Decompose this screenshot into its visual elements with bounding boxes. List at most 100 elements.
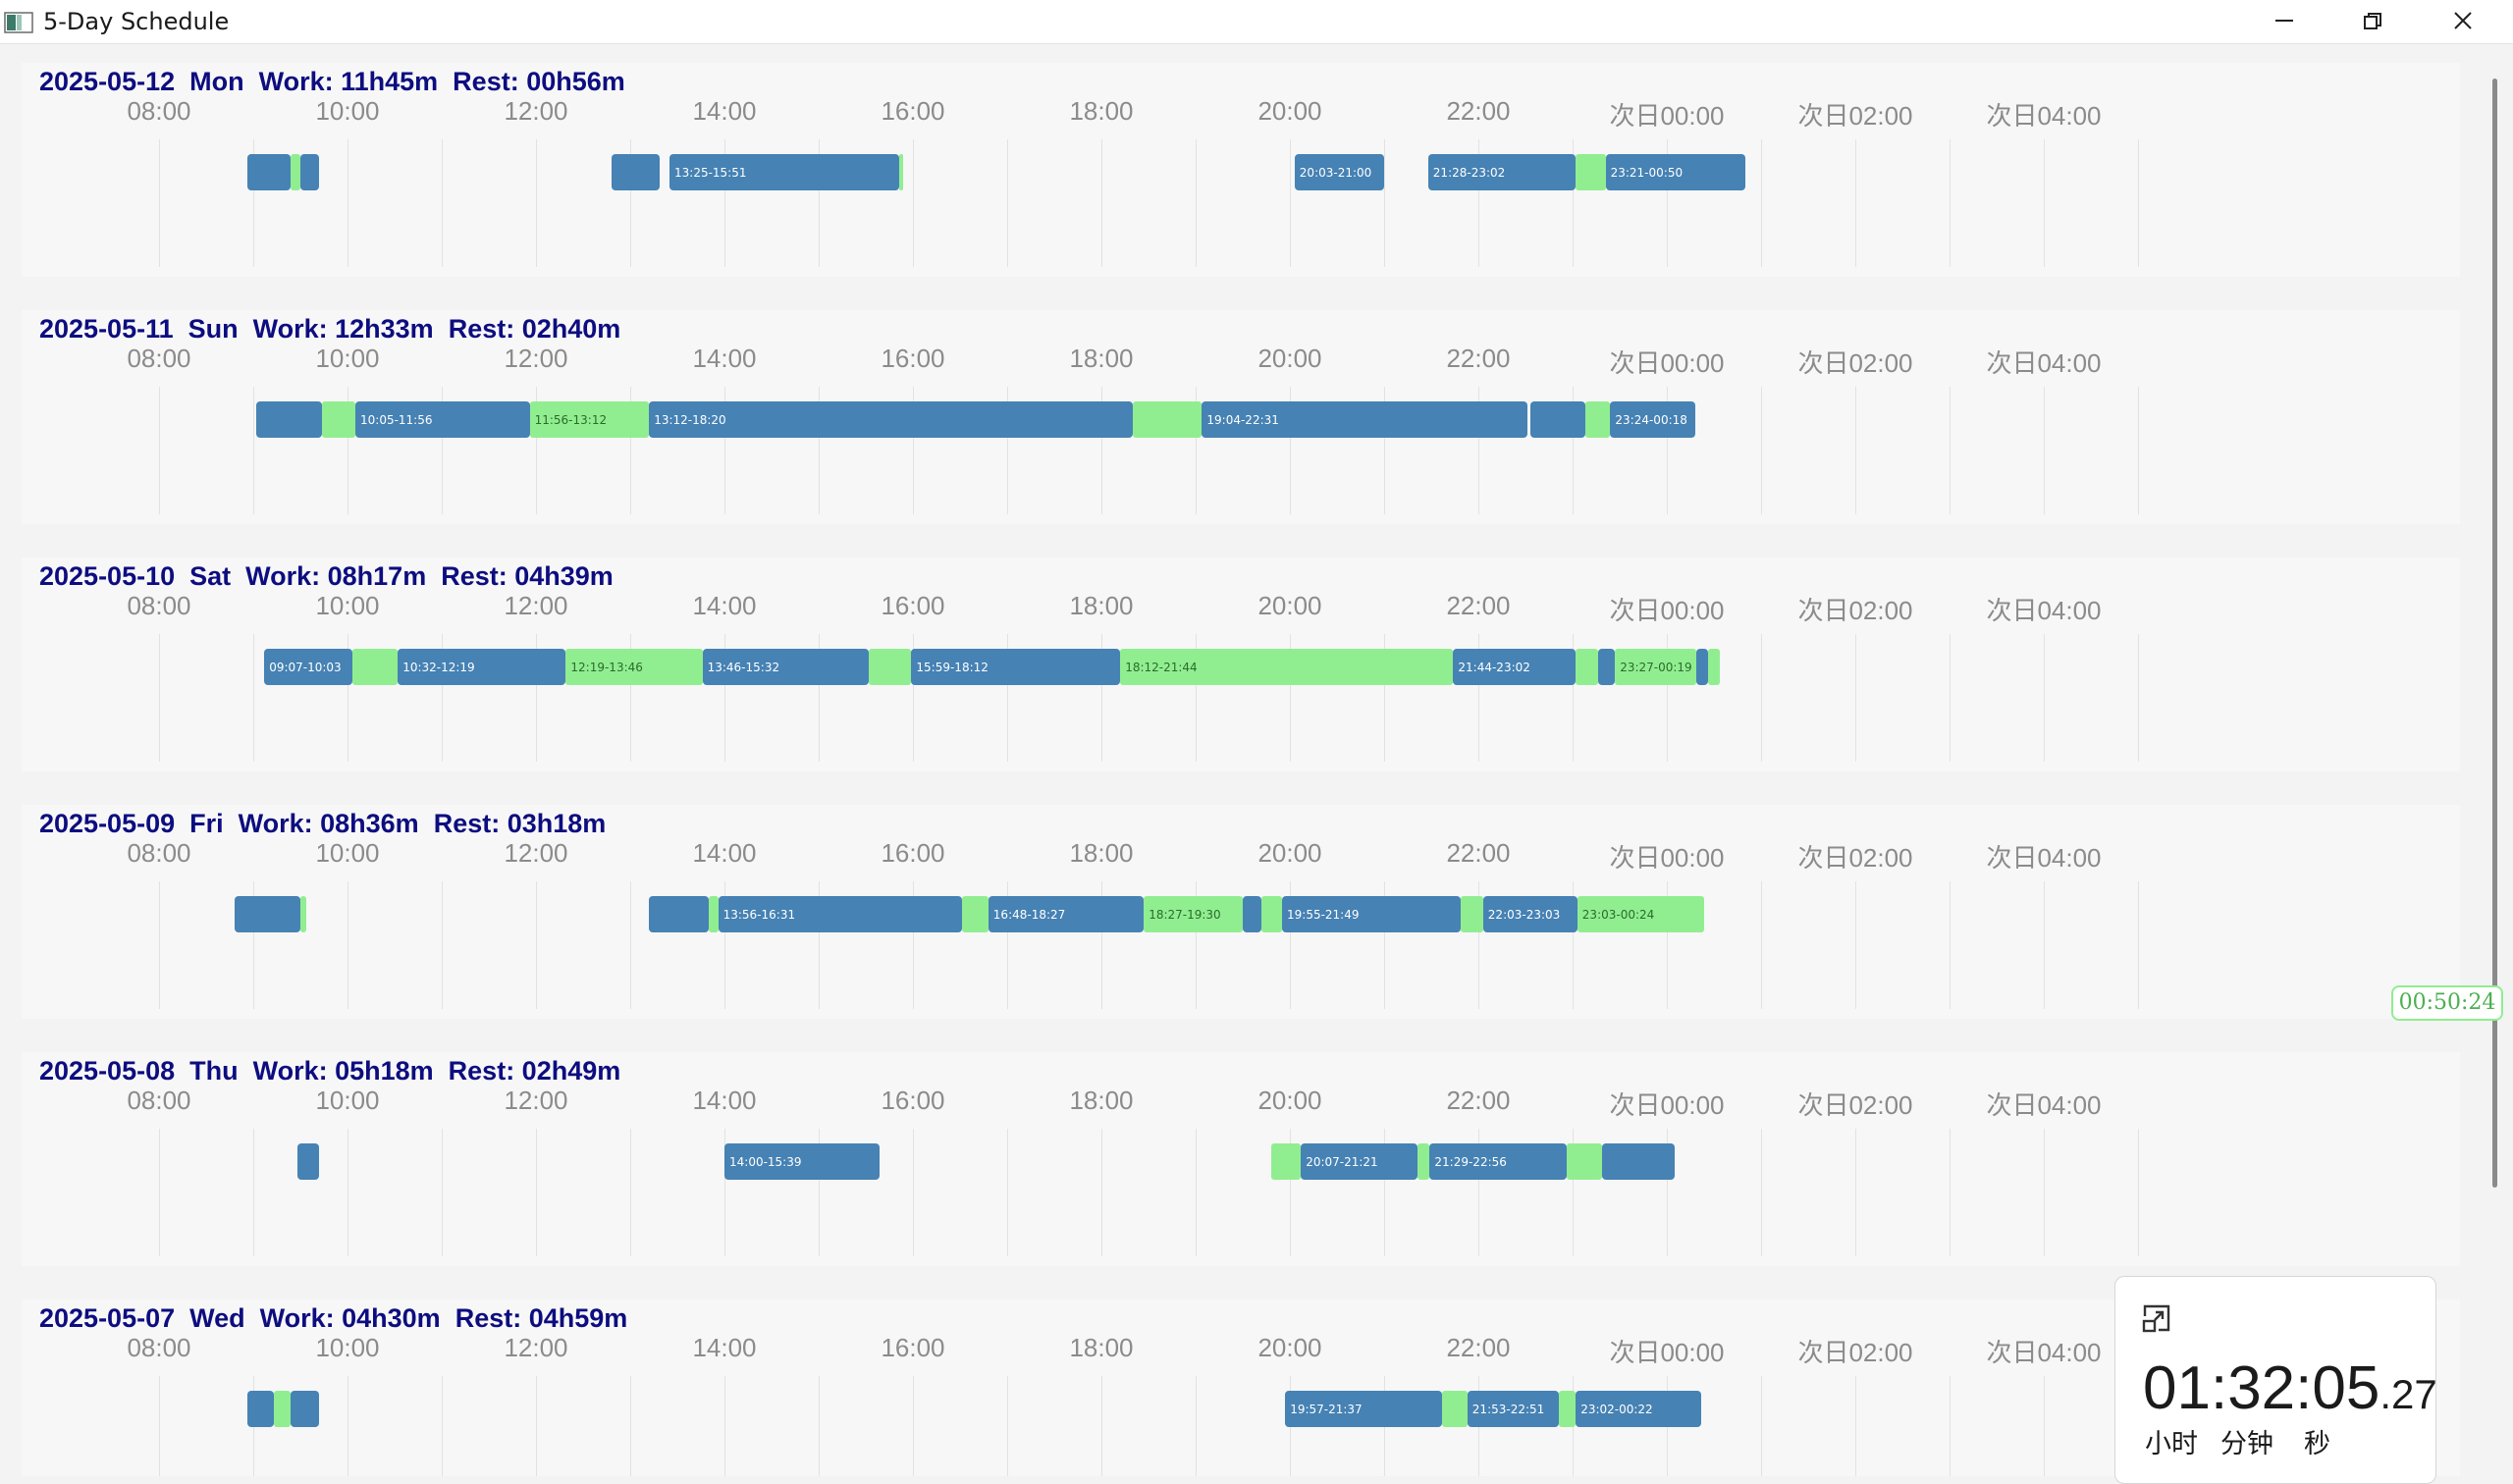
time-tick-label: 次日02:00 [1797,596,1913,625]
minimize-button[interactable] [2240,0,2328,43]
grid-line-minor [442,881,443,1009]
rest-segment[interactable] [961,896,989,932]
rest-segment[interactable] [869,649,912,685]
grid-line [536,139,537,267]
time-tick-label: 次日04:00 [1986,1338,2102,1367]
grid-line-minor [1950,881,1951,1009]
work-segment[interactable]: 15:59-18:12 [911,649,1121,685]
work-segment[interactable]: 14:00-15:39 [724,1143,881,1180]
work-segment[interactable] [296,1143,320,1180]
rest-segment[interactable]: 23:27-00:19 [1615,649,1697,685]
rest-segment[interactable] [1584,401,1611,438]
timer-fraction: .27 [2379,1371,2437,1417]
rest-segment[interactable] [1261,896,1282,932]
rest-segment[interactable]: 11:56-13:12 [529,401,650,438]
work-segment[interactable]: 21:28-23:02 [1427,154,1577,190]
segment-time-label: 10:32-12:19 [402,661,475,674]
rest-segment[interactable]: 18:12-21:44 [1120,649,1454,685]
rest-segment[interactable]: 23:03-00:24 [1577,896,1705,932]
rest-segment[interactable] [1133,401,1203,438]
time-tick-label: 12:00 [504,1086,568,1115]
grid-line-minor [819,1376,820,1476]
day-summary-title: 2025-05-10 Sat Work: 08h17m Rest: 04h39m [39,561,614,591]
time-tick-label: 22:00 [1446,838,1511,868]
work-segment[interactable]: 21:53-22:51 [1467,1391,1559,1427]
work-segment[interactable]: 13:56-16:31 [718,896,962,932]
work-segment[interactable] [611,154,661,190]
work-segment[interactable]: 10:32-12:19 [398,649,566,685]
work-segment[interactable] [246,1391,274,1427]
rest-segment[interactable] [300,896,307,932]
work-segment[interactable] [256,401,323,438]
rest-segment[interactable] [1442,1391,1468,1427]
rest-segment[interactable] [1461,896,1483,932]
work-segment[interactable]: 23:02-00:22 [1576,1391,1702,1427]
expand-icon[interactable] [2141,1302,2172,1334]
rest-segment[interactable] [1558,1391,1577,1427]
work-segment[interactable]: 16:48-18:27 [988,896,1145,932]
rest-segment[interactable] [1707,649,1721,685]
grid-line-minor [1007,1376,1008,1476]
rest-segment[interactable] [1576,154,1606,190]
work-segment[interactable]: 23:24-00:18 [1610,401,1695,438]
grid-line-minor [442,1376,443,1476]
grid-line-minor [2138,634,2139,762]
work-segment[interactable]: 21:29-22:56 [1429,1143,1567,1180]
work-segment[interactable] [234,896,300,932]
work-segment[interactable]: 22:03-23:03 [1482,896,1577,932]
work-segment[interactable] [1529,401,1585,438]
work-segment[interactable] [291,1391,320,1427]
grid-line-minor [1761,634,1762,762]
grid-line [1290,139,1291,267]
work-segment[interactable] [1696,649,1708,685]
day-row: 2025-05-12 Mon Work: 11h45m Rest: 00h56m… [22,63,2460,277]
work-segment[interactable]: 13:46-15:32 [702,649,870,685]
rest-segment[interactable]: 18:27-19:30 [1144,896,1243,932]
rest-segment[interactable] [1417,1143,1430,1180]
maximize-button[interactable] [2328,0,2417,43]
time-tick-label: 16:00 [881,96,945,126]
work-segment[interactable]: 13:25-15:51 [669,154,899,190]
work-segment[interactable] [1602,1143,1675,1180]
work-segment[interactable]: 19:55-21:49 [1282,896,1462,932]
close-button[interactable] [2419,0,2507,43]
time-tick-label: 14:00 [692,1333,757,1362]
vertical-scrollbar[interactable] [2492,79,2497,1188]
segment-time-label: 22:03-23:03 [1487,908,1561,922]
grid-line [1855,1376,1856,1476]
work-segment[interactable]: 20:03-21:00 [1294,154,1384,190]
time-tick-label: 16:00 [881,344,945,373]
grid-line [536,1129,537,1256]
grid-line [2044,387,2045,514]
work-segment[interactable]: 13:12-18:20 [649,401,1133,438]
work-segment[interactable] [300,154,320,190]
rest-segment[interactable] [1566,1143,1603,1180]
work-segment[interactable] [246,154,292,190]
rest-segment[interactable] [273,1391,292,1427]
time-tick-label: 22:00 [1446,591,1511,620]
work-segment[interactable] [1597,649,1616,685]
work-segment[interactable]: 19:57-21:37 [1285,1391,1443,1427]
work-segment[interactable]: 21:44-23:02 [1453,649,1577,685]
work-segment[interactable]: 10:05-11:56 [355,401,530,438]
schedule-list[interactable]: 2025-05-12 Mon Work: 11h45m Rest: 00h56m… [0,43,2513,1476]
rest-segment[interactable] [351,649,399,685]
work-segment[interactable] [1243,896,1262,932]
day-row: 2025-05-07 Wed Work: 04h30m Rest: 04h59m… [22,1299,2460,1476]
day-summary-title: 2025-05-08 Thu Work: 05h18m Rest: 02h49m [39,1056,621,1086]
time-tick-label: 14:00 [692,1086,757,1115]
work-segment[interactable]: 20:07-21:21 [1301,1143,1417,1180]
rest-segment[interactable] [709,896,719,932]
work-segment[interactable]: 09:07-10:03 [264,649,352,685]
rest-segment[interactable] [1270,1143,1302,1180]
segment-time-label: 23:27-00:19 [1620,661,1692,674]
rest-segment[interactable] [291,154,300,190]
segment-time-label: 18:12-21:44 [1125,661,1198,674]
work-segment[interactable] [649,896,709,932]
rest-segment[interactable]: 12:19-13:46 [565,649,703,685]
rest-segment[interactable] [1576,649,1598,685]
work-segment[interactable]: 19:04-22:31 [1202,401,1527,438]
work-segment[interactable]: 23:21-00:50 [1605,154,1745,190]
rest-segment[interactable] [898,154,904,190]
rest-segment[interactable] [322,401,355,438]
